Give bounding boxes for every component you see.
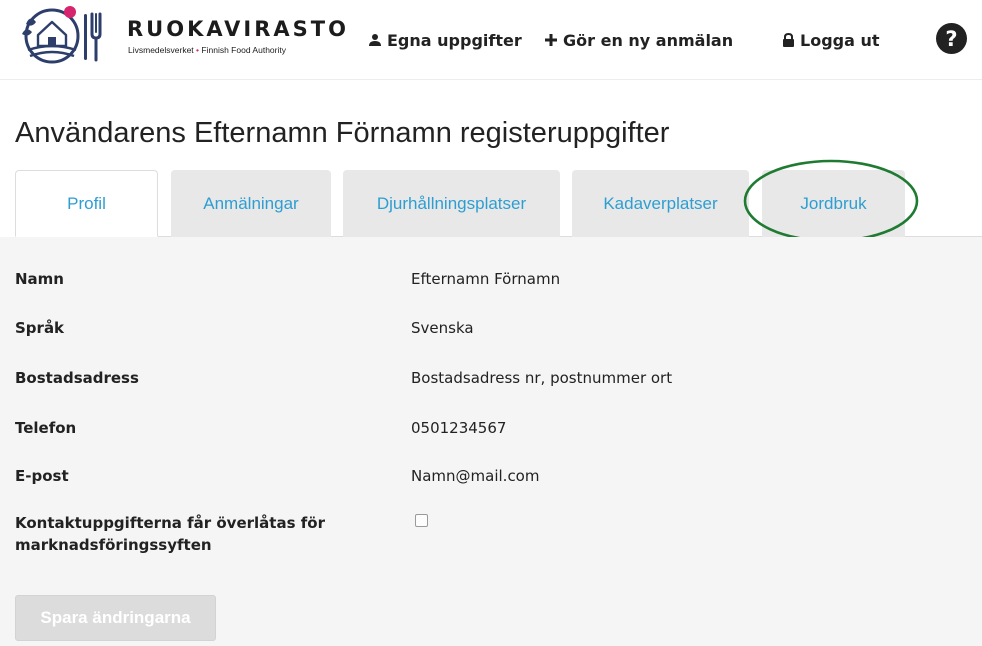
name-value: Efternamn Förnamn bbox=[411, 270, 561, 288]
tab-anmalningar[interactable]: Anmälningar bbox=[171, 170, 331, 237]
logout-label: Logga ut bbox=[800, 30, 880, 50]
email-label: E-post bbox=[15, 467, 69, 485]
own-info-link[interactable]: Egna uppgifter bbox=[368, 28, 522, 52]
save-changes-button[interactable]: Spara ändringarna bbox=[15, 595, 216, 641]
tab-jordbruk[interactable]: Jordbruk bbox=[762, 170, 905, 237]
marketing-consent-label-line1: Kontaktuppgifterna får överlåtas för bbox=[15, 514, 325, 532]
help-icon[interactable]: ? bbox=[936, 23, 967, 54]
brand-subtitle-dot: • bbox=[196, 45, 200, 55]
own-info-label: Egna uppgifter bbox=[387, 30, 522, 50]
page-title: Användarens Efternamn Förnamn registerup… bbox=[15, 117, 670, 149]
brand-subtitle-left: Livsmedelsverket bbox=[128, 45, 194, 55]
language-value: Svenska bbox=[411, 319, 474, 337]
profile-panel bbox=[0, 237, 982, 646]
plus-icon bbox=[544, 33, 558, 47]
phone-value: 0501234567 bbox=[411, 419, 507, 437]
email-value: Namn@mail.com bbox=[411, 467, 540, 485]
ruokavirasto-logo-icon[interactable] bbox=[12, 4, 116, 68]
brand-subtitle: Livsmedelsverket • Finnish Food Authorit… bbox=[128, 45, 286, 55]
brand-name: RUOKAVIRASTO bbox=[127, 17, 349, 41]
name-label: Namn bbox=[15, 270, 64, 288]
tab-kadaverplatser[interactable]: Kadaverplatser bbox=[572, 170, 749, 237]
phone-label: Telefon bbox=[15, 419, 77, 437]
user-icon bbox=[368, 33, 382, 47]
new-report-label: Gör en ny anmälan bbox=[563, 30, 734, 50]
top-header: RUOKAVIRASTO Livsmedelsverket • Finnish … bbox=[0, 0, 982, 80]
language-label: Språk bbox=[15, 319, 65, 337]
address-value: Bostadsadress nr, postnummer ort bbox=[411, 369, 673, 387]
new-report-link[interactable]: Gör en ny anmälan bbox=[544, 28, 733, 52]
brand-subtitle-right: Finnish Food Authority bbox=[201, 45, 286, 55]
marketing-consent-checkbox[interactable] bbox=[415, 514, 428, 527]
tab-djurhallningsplatser[interactable]: Djurhållningsplatser bbox=[343, 170, 560, 237]
address-label: Bostadsadress bbox=[15, 369, 139, 387]
lock-icon bbox=[782, 33, 795, 47]
logout-link[interactable]: Logga ut bbox=[782, 28, 880, 52]
tab-profil[interactable]: Profil bbox=[15, 170, 158, 237]
marketing-consent-label: Kontaktuppgifterna får överlåtas för mar… bbox=[15, 512, 325, 556]
marketing-consent-label-line2: marknadsföringssyften bbox=[15, 536, 212, 554]
